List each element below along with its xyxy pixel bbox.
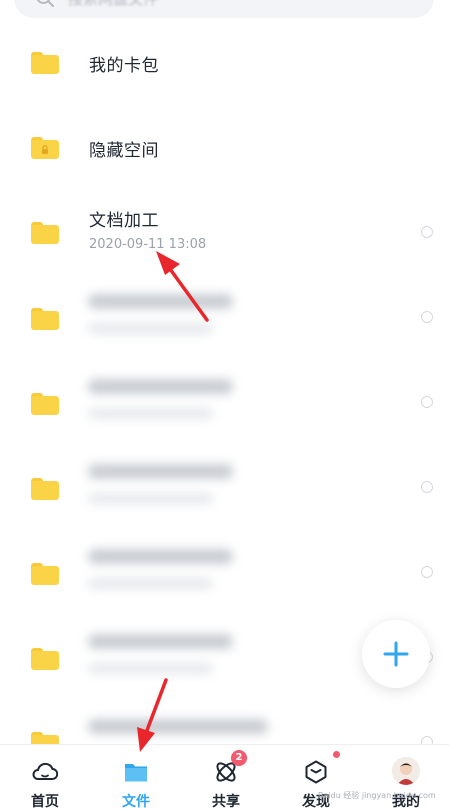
file-row-blurred[interactable] bbox=[0, 530, 449, 615]
blurred-file-date bbox=[88, 493, 213, 504]
select-checkbox[interactable] bbox=[421, 396, 433, 408]
blurred-file-date bbox=[88, 663, 213, 674]
blurred-file-date bbox=[88, 323, 213, 334]
folder-icon bbox=[31, 308, 59, 330]
search-bar[interactable]: 搜索网盘文件 bbox=[14, 0, 434, 18]
search-placeholder: 搜索网盘文件 bbox=[68, 0, 158, 9]
folder-icon bbox=[125, 764, 147, 782]
lock-icon bbox=[42, 145, 48, 154]
file-date: 2020-09-11 13:08 bbox=[89, 237, 207, 252]
nav-files-label: 文件 bbox=[122, 794, 150, 810]
file-row-doc-processing[interactable]: 文档加工 2020-09-11 13:08 bbox=[0, 190, 449, 275]
blurred-file-name bbox=[88, 634, 233, 649]
blurred-file-name bbox=[88, 464, 233, 479]
search-icon bbox=[36, 0, 54, 7]
folder-icon bbox=[31, 52, 59, 74]
nav-home[interactable]: 首页 bbox=[10, 745, 80, 810]
avatar-icon bbox=[392, 757, 420, 785]
nav-files[interactable]: 文件 bbox=[101, 745, 171, 810]
blurred-file-date bbox=[88, 408, 213, 419]
folder-icon bbox=[31, 222, 59, 244]
file-row-hidden-space[interactable]: 隐藏空间 bbox=[0, 105, 449, 190]
file-name: 文档加工 bbox=[89, 211, 159, 231]
blurred-file-name bbox=[88, 549, 233, 564]
folder-icon bbox=[31, 648, 59, 670]
file-row-blurred[interactable] bbox=[0, 275, 449, 360]
file-name: 我的卡包 bbox=[89, 56, 159, 76]
folder-icon bbox=[31, 478, 59, 500]
select-checkbox[interactable] bbox=[421, 226, 433, 238]
blurred-file-name bbox=[88, 379, 233, 394]
select-checkbox[interactable] bbox=[421, 311, 433, 323]
discover-dot bbox=[333, 751, 340, 758]
select-checkbox[interactable] bbox=[421, 566, 433, 578]
discover-cube-icon bbox=[305, 760, 327, 784]
file-row-blurred[interactable] bbox=[0, 445, 449, 530]
add-button[interactable] bbox=[362, 620, 430, 688]
nav-share-label: 共享 bbox=[212, 794, 240, 810]
folder-icon bbox=[31, 393, 59, 415]
nav-home-label: 首页 bbox=[31, 794, 59, 810]
select-checkbox[interactable] bbox=[421, 481, 433, 493]
folder-icon bbox=[31, 563, 59, 585]
file-name: 隐藏空间 bbox=[89, 141, 159, 161]
locked-folder-icon bbox=[31, 137, 59, 159]
blurred-file-date bbox=[88, 578, 213, 589]
file-row-my-cardpack[interactable]: 我的卡包 bbox=[0, 20, 449, 105]
blurred-file-name bbox=[88, 294, 233, 309]
share-badge: 2 bbox=[231, 750, 247, 766]
plus-icon bbox=[383, 641, 409, 667]
cloud-home-icon bbox=[32, 762, 58, 780]
nav-share[interactable]: 2 共享 bbox=[191, 745, 261, 810]
blurred-file-name bbox=[88, 719, 268, 734]
watermark: Baidu 经验 jingyan.baidu.com bbox=[318, 791, 436, 800]
file-row-blurred[interactable] bbox=[0, 360, 449, 445]
